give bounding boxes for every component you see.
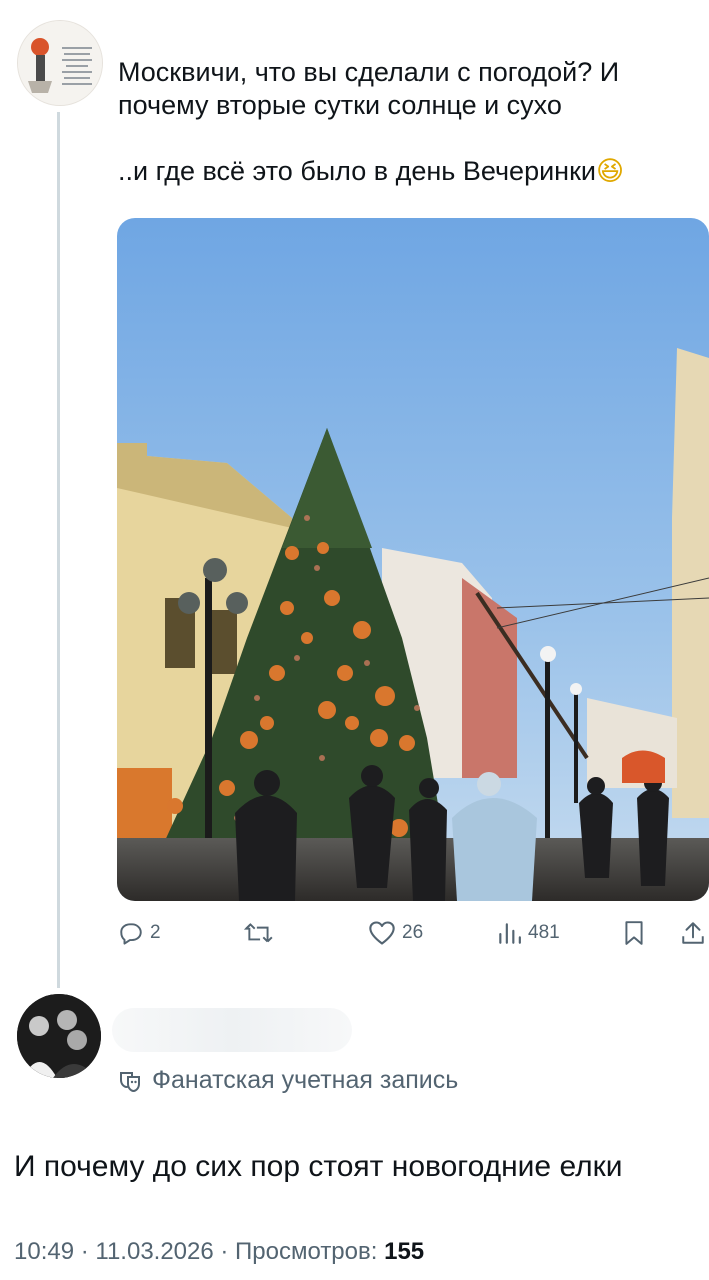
- fan-account-badge: Фанатская учетная запись: [118, 1066, 458, 1095]
- reply-count: 2: [150, 922, 161, 943]
- tweet-text: Москвичи, что вы сделали с погодой? И по…: [118, 56, 698, 188]
- like-count: 26: [402, 922, 424, 943]
- bookmark-icon: [625, 921, 643, 945]
- laughing-emoji-icon: 😆: [595, 156, 625, 187]
- share-action[interactable]: [680, 920, 706, 946]
- reply-action[interactable]: 2: [118, 920, 161, 946]
- views-count: 481: [528, 922, 560, 943]
- like-icon: [369, 921, 395, 945]
- reply-timestamp[interactable]: 10:49 · 11.03.2026 · Просмотров: 155: [14, 1238, 424, 1266]
- thread-connector-line: [57, 112, 60, 988]
- reply-author-name-redacted: [112, 1008, 352, 1052]
- views-icon: [499, 923, 521, 944]
- reply-icon: [120, 923, 142, 945]
- like-action[interactable]: 26: [368, 920, 423, 946]
- bookmark-action[interactable]: [622, 920, 646, 946]
- parent-author-avatar[interactable]: [17, 20, 103, 106]
- repost-action[interactable]: [244, 920, 280, 946]
- reply-time-and-date: 10:49 · 11.03.2026 · Просмотров:: [14, 1238, 385, 1265]
- fan-account-label: Фанатская учетная запись: [152, 1066, 459, 1094]
- theater-masks-icon: [120, 1071, 140, 1092]
- photo-christmas-tree-street: [117, 218, 709, 901]
- reply-text: И почему до сих пор стоят новогодние елк…: [14, 1150, 623, 1183]
- reply-author-avatar[interactable]: [17, 994, 101, 1078]
- tweet-text-line-2: почему вторые сутки солнце и сухо: [118, 90, 562, 120]
- avatar-illustration: [18, 21, 102, 105]
- avatar-photo: [17, 994, 101, 1078]
- share-icon: [682, 922, 704, 944]
- tweet-text-line-1: Москвичи, что вы сделали с погодой? И: [118, 57, 620, 87]
- tweet-photo[interactable]: [117, 218, 709, 901]
- tweet-blank-line: [118, 122, 698, 155]
- repost-icon: [244, 923, 273, 943]
- reply-view-count: 155: [384, 1238, 425, 1265]
- tweet-text-line-3: ..и где всё это было в день Вечеринки😆: [118, 155, 698, 188]
- views-action[interactable]: 481: [496, 920, 560, 946]
- tweet-text-line-3-text: ..и где всё это было в день Вечеринки: [118, 156, 596, 186]
